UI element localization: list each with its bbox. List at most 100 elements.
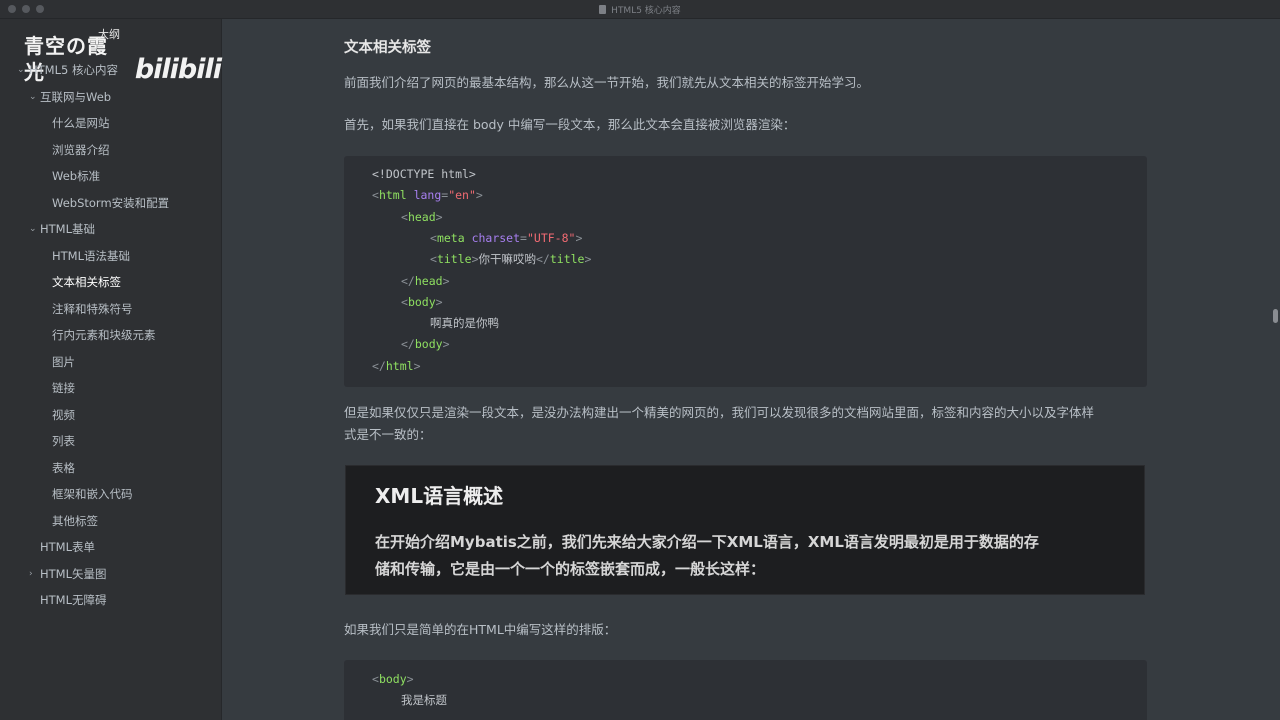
outline-item[interactable]: 图片: [0, 349, 221, 376]
outline-item[interactable]: 什么是网站: [0, 110, 221, 137]
code-line: <meta charset="UTF-8">: [430, 228, 582, 249]
code-token: >: [406, 672, 414, 686]
code-token: title: [436, 252, 472, 267]
outline-item-label: HTML基础: [40, 222, 96, 236]
code-line: 我是标题: [401, 690, 447, 711]
outline-item-label: 视频: [52, 407, 75, 422]
code-token: >: [475, 188, 483, 203]
code-token: <: [401, 209, 408, 224]
image-heading: XML语言概述: [375, 484, 504, 508]
outline-item[interactable]: 其他标签: [0, 508, 221, 535]
outline-item[interactable]: 链接: [0, 375, 221, 402]
paragraph: 如果我们只是简单的在HTML中编写这样的排版：: [344, 622, 617, 637]
outline-item-label: 图片: [52, 354, 75, 369]
outline-item-label: 链接: [52, 381, 75, 395]
code-token: >: [435, 294, 443, 309]
code-token: lang: [406, 188, 442, 203]
code-line: </html>: [372, 356, 421, 377]
outline-item[interactable]: 注释和特殊符号: [0, 296, 221, 323]
paragraph: 首先，如果我们直接在 body 中编写一段文本，那么此文本会直接被浏览器渲染：: [344, 117, 796, 132]
outline-item-label: Web标准: [52, 169, 101, 183]
code-line: <!DOCTYPE html>: [372, 164, 476, 185]
code-token: head: [414, 273, 443, 288]
document-content: 文本相关标签 前面我们介绍了网页的最基本结构，那么从这一节开始，我们就先从文本相…: [222, 19, 1280, 720]
outline-item[interactable]: HTML语法基础: [0, 243, 221, 270]
code-token: >: [413, 358, 421, 373]
zoom-window-button[interactable]: [36, 5, 44, 13]
code-line: 啊真的是你鸭: [430, 313, 499, 334]
outline-item[interactable]: HTML表单: [0, 534, 221, 561]
outline-item-label: 浏览器介绍: [52, 142, 110, 157]
outline-item-label: HTML无障碍: [40, 593, 107, 607]
outline-item-label: 什么是网站: [52, 116, 110, 130]
outline-item[interactable]: 框架和嵌入代码: [0, 481, 221, 508]
code-token: 你干嘛哎哟: [478, 252, 537, 267]
outline-item[interactable]: HTML无障碍: [0, 587, 221, 614]
code-token: >: [442, 273, 450, 288]
code-token: >: [435, 209, 443, 224]
code-token: body: [414, 337, 443, 352]
image-text-line: 储和传输，它是由一个一个的标签嵌套而成，一般长这样：: [375, 560, 766, 578]
code-token: =: [520, 230, 527, 245]
code-line: </head>: [401, 271, 450, 292]
code-line: <body>: [401, 292, 443, 313]
outline-item[interactable]: ⌄ 互联网与Web: [0, 84, 221, 111]
outline-item-label: 行内元素和块级元素: [52, 328, 156, 342]
code-token: html: [378, 188, 407, 203]
outline-item-label: HTML语法基础: [52, 248, 131, 263]
code-line: <html lang="en">: [372, 185, 483, 206]
code-token: <: [430, 252, 437, 267]
outline-item[interactable]: › HTML矢量图: [0, 561, 221, 588]
paragraph: 式是不一致的：: [344, 427, 432, 442]
outline-item-label: HTML表单: [40, 540, 96, 554]
outline-item[interactable]: 行内元素和块级元素: [0, 322, 221, 349]
code-line: <title>你干嘛哎哟</title>: [430, 249, 591, 270]
outline-item-label: 框架和嵌入代码: [52, 487, 133, 501]
outline-item[interactable]: 列表: [0, 428, 221, 455]
outline-item[interactable]: Web标准: [0, 163, 221, 190]
chevron-down-icon[interactable]: ⌄: [17, 57, 25, 84]
image-paragraph: 在开始介绍Mybatis之前，我们先来给大家介绍一下XML语言，XML语言发明最…: [375, 529, 1115, 583]
window-title-bar: HTML5 核心内容: [0, 0, 1280, 19]
chevron-down-icon[interactable]: ⌄: [29, 84, 37, 111]
code-token: "en": [448, 188, 476, 203]
code-block[interactable]: <body> 我是标题: [344, 660, 1147, 720]
chevron-right-icon[interactable]: ›: [29, 561, 33, 588]
minimize-window-button[interactable]: [22, 5, 30, 13]
code-token: <!DOCTYPE html>: [372, 167, 476, 181]
outline-item-label: 文本相关标签: [52, 275, 121, 289]
code-token: "UTF-8": [526, 230, 576, 245]
embedded-screenshot-image: XML语言概述 在开始介绍Mybatis之前，我们先来给大家介绍一下XML语言，…: [345, 465, 1145, 595]
outline-label: 大纲: [98, 28, 120, 41]
code-token: body: [407, 294, 436, 309]
code-token: </: [401, 337, 415, 352]
outline-item-label: 列表: [52, 434, 75, 448]
code-block[interactable]: <!DOCTYPE html> <html lang="en"> <head> <me…: [344, 156, 1147, 387]
code-token: <: [372, 188, 379, 203]
window-controls[interactable]: [8, 5, 44, 13]
code-token: title: [549, 252, 585, 267]
outline-item-label: HTML5 核心内容: [29, 63, 118, 77]
outline-item-label: WebStorm安装和配置: [52, 195, 170, 210]
outline-item[interactable]: ⌄ HTML基础: [0, 216, 221, 243]
outline-tree: ⌄ HTML5 核心内容 ⌄ 互联网与Web 什么是网站 浏览器介绍 Web标准 WebSto…: [0, 57, 221, 614]
code-token: </: [401, 273, 415, 288]
vertical-scrollbar-thumb[interactable]: [1273, 309, 1278, 323]
code-token: 啊真的是你鸭: [430, 316, 499, 331]
outline-item-label: 互联网与Web: [40, 89, 112, 104]
outline-item[interactable]: 文本相关标签: [0, 269, 221, 296]
outline-item-label: 其他标签: [52, 513, 98, 528]
close-window-button[interactable]: [8, 5, 16, 13]
code-token: >: [471, 252, 479, 267]
outline-item[interactable]: ⌄ HTML5 核心内容: [0, 57, 221, 84]
outline-item-label: 注释和特殊符号: [52, 301, 133, 316]
code-token: </: [536, 252, 550, 267]
outline-item[interactable]: 表格: [0, 455, 221, 482]
outline-item[interactable]: 视频: [0, 402, 221, 429]
document-icon: [599, 4, 607, 14]
outline-item[interactable]: WebStorm安装和配置: [0, 190, 221, 217]
code-token: 我是标题: [401, 693, 447, 708]
outline-item[interactable]: 浏览器介绍: [0, 137, 221, 164]
chevron-down-icon[interactable]: ⌄: [29, 216, 37, 243]
code-token: </: [372, 358, 386, 373]
